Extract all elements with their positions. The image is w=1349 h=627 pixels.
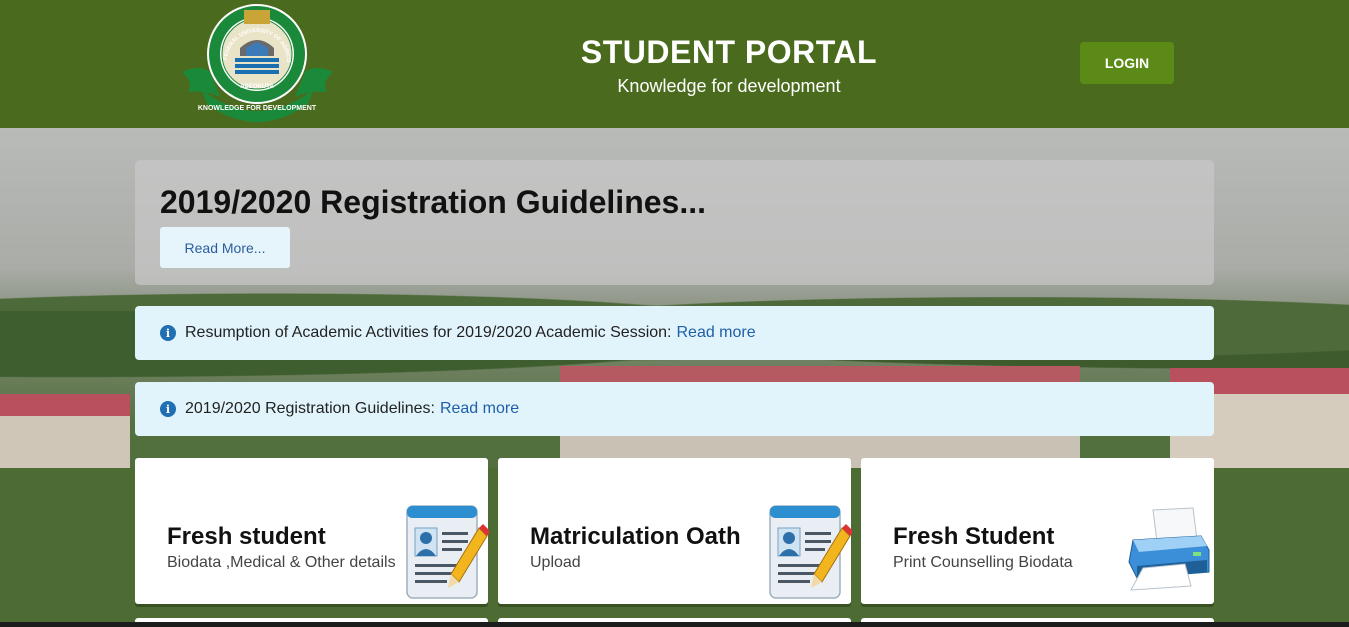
alert-text: Resumption of Academic Activities for 20… <box>185 324 672 341</box>
jumbotron-heading: 2019/2020 Registration Guidelines... <box>160 184 706 220</box>
crown-emblem <box>244 10 270 24</box>
alert-read-more-link[interactable]: Read more <box>440 400 519 418</box>
id-form-pencil-icon <box>406 505 489 599</box>
alert-resumption: i Resumption of Academic Activities for … <box>135 306 1214 360</box>
page-title: STUDENT PORTAL <box>580 34 878 70</box>
announcement-jumbotron: 2019/2020 Registration Guidelines... Rea… <box>135 160 1214 285</box>
card-subtitle: Upload <box>530 554 581 571</box>
university-logo[interactable]: KNOWLEDGE FOR DEVELOPMENT ABEOKUTA FEDER… <box>180 2 335 124</box>
info-icon: i <box>160 401 176 417</box>
alert-text: 2019/2020 Registration Guidelines: <box>185 400 435 417</box>
card-subtitle: Biodata ,Medical & Other details <box>167 554 396 571</box>
card-subtitle: Print Counselling Biodata <box>893 554 1073 571</box>
card-fresh-student-counselling[interactable]: Fresh Student Print Counselling Biodata <box>861 458 1214 604</box>
card-title: Matriculation Oath <box>530 523 741 550</box>
portal-title-block: STUDENT PORTAL Knowledge for development <box>529 32 929 98</box>
page-subtitle: Knowledge for development <box>617 76 841 96</box>
site-header: KNOWLEDGE FOR DEVELOPMENT ABEOKUTA FEDER… <box>0 0 1349 128</box>
card-matriculation-oath[interactable]: Matriculation Oath Upload <box>498 458 852 604</box>
printer-icon <box>1128 507 1210 591</box>
id-form-pencil-icon <box>769 505 852 599</box>
login-button[interactable]: LOGIN <box>1080 42 1174 84</box>
alert-registration-guidelines: i 2019/2020 Registration Guidelines: Rea… <box>135 382 1214 436</box>
window-bottom-bar <box>0 622 1349 627</box>
card-title: Fresh Student <box>893 523 1055 550</box>
card-title: Fresh student <box>167 523 326 550</box>
logo-motto: KNOWLEDGE FOR DEVELOPMENT <box>198 105 317 112</box>
card-fresh-student-biodata[interactable]: Fresh student Biodata ,Medical & Other d… <box>135 458 489 604</box>
logo-city: ABEOKUTA <box>240 84 274 90</box>
alert-read-more-link[interactable]: Read more <box>676 324 755 342</box>
info-icon: i <box>160 325 176 341</box>
read-more-button[interactable]: Read More... <box>160 227 290 268</box>
